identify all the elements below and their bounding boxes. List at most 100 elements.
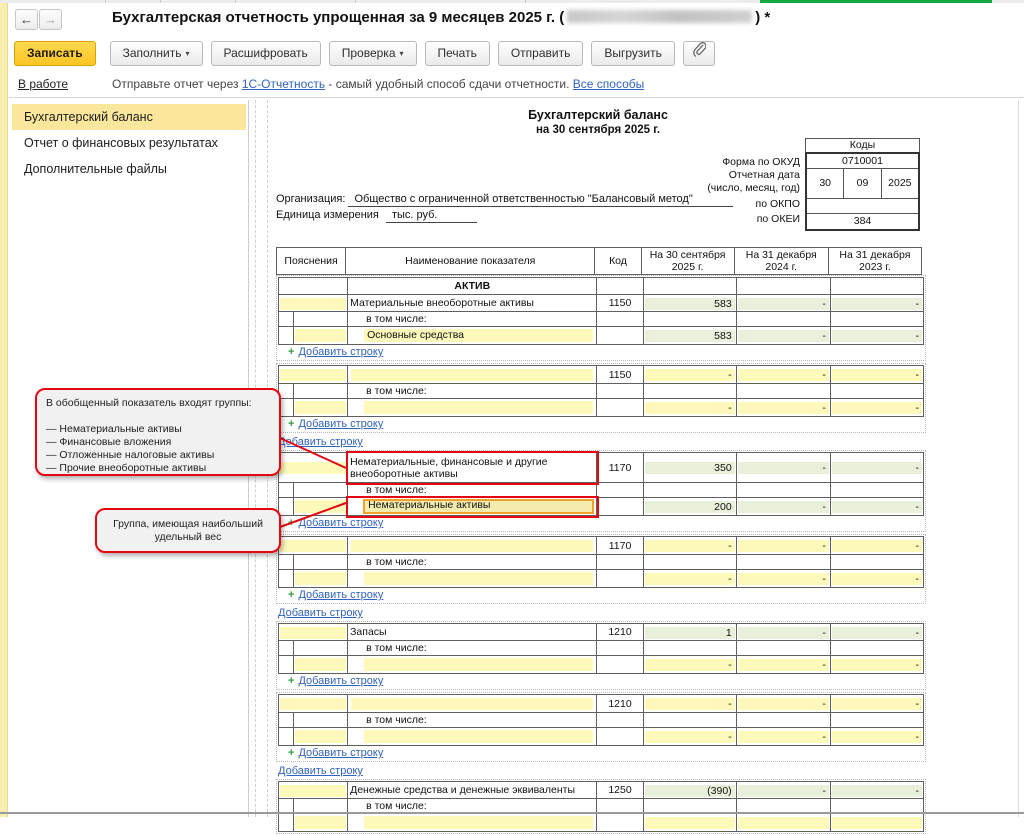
value-cell[interactable]: - [830, 624, 923, 641]
code-cell[interactable]: 1150 [597, 295, 643, 312]
attachments-button[interactable] [683, 41, 715, 66]
value-cell[interactable]: - [643, 656, 736, 674]
value-cell[interactable]: - [643, 399, 736, 417]
sub-indicator-name-cell[interactable]: Нематериальные активы [348, 498, 597, 516]
indicator-name-cell[interactable]: Денежные средства и денежные эквиваленты [348, 782, 597, 799]
value-cell[interactable]: - [736, 695, 830, 713]
value-cell[interactable]: - [736, 453, 830, 483]
code-cell[interactable] [597, 498, 643, 516]
value-cell[interactable]: - [830, 453, 923, 483]
value-cell[interactable]: - [830, 656, 923, 674]
sub-indicator-name-cell[interactable] [348, 570, 597, 588]
value-cell[interactable]: - [736, 498, 830, 516]
value-cell[interactable]: (390) [643, 782, 736, 799]
indicator-name-cell[interactable]: Запасы [348, 624, 597, 641]
code-cell[interactable]: 1150 [597, 366, 643, 384]
value-cell[interactable]: - [830, 570, 923, 588]
value-cell[interactable]: 1 [643, 624, 736, 641]
save-button[interactable]: Записать [14, 41, 96, 66]
unit-value[interactable]: тыс. руб. [386, 209, 478, 223]
explanation-cell[interactable] [279, 695, 348, 713]
value-cell[interactable]: - [830, 695, 923, 713]
value-cell[interactable]: - [643, 695, 736, 713]
value-cell[interactable]: - [736, 366, 830, 384]
forward-button[interactable]: → [39, 9, 62, 30]
explanation-cell[interactable] [279, 278, 348, 295]
back-button[interactable]: ← [15, 9, 38, 30]
value-cell[interactable]: 350 [643, 453, 736, 483]
value-cell[interactable]: - [830, 728, 923, 746]
okud-value-cell[interactable]: 0710001 [807, 154, 918, 169]
add-row-link[interactable]: Добавить строку [298, 747, 383, 759]
add-row-link[interactable]: Добавить строку [298, 517, 383, 529]
explanation-cell[interactable] [279, 814, 348, 832]
sidebar-item[interactable]: Отчет о финансовых результатах [12, 130, 246, 156]
value-cell[interactable]: - [736, 327, 830, 345]
sidebar-item[interactable]: Дополнительные файлы [12, 156, 246, 182]
code-cell[interactable] [597, 327, 643, 345]
value-cell[interactable]: - [643, 570, 736, 588]
code-cell[interactable] [597, 570, 643, 588]
code-cell[interactable]: 1210 [597, 624, 643, 641]
code-cell[interactable]: 1250 [597, 782, 643, 799]
indicator-name-cell[interactable] [348, 695, 597, 713]
value-cell[interactable]: - [643, 366, 736, 384]
code-cell[interactable] [597, 656, 643, 674]
indicator-name-cell[interactable]: Нематериальные, финансовые и другие внео… [348, 453, 597, 483]
explanation-cell[interactable] [279, 728, 348, 746]
okei-value-cell[interactable]: 384 [807, 214, 918, 229]
toolbar-button[interactable]: Расшифровать [211, 41, 321, 66]
indicator-name-cell[interactable] [348, 366, 597, 384]
date-year-cell[interactable]: 2025 [882, 169, 918, 198]
value-cell[interactable] [736, 814, 830, 832]
toolbar-button[interactable]: Проверка▾ [329, 41, 417, 66]
value-cell[interactable]: - [736, 295, 830, 312]
value-cell[interactable] [643, 814, 736, 832]
explanation-cell[interactable] [279, 624, 348, 641]
explanation-cell[interactable] [279, 498, 348, 516]
sub-indicator-name-cell[interactable] [348, 656, 597, 674]
date-month-cell[interactable]: 09 [844, 169, 881, 198]
value-cell[interactable]: - [830, 498, 923, 516]
toolbar-button[interactable]: Заполнить▾ [110, 41, 203, 66]
value-cell[interactable]: - [643, 537, 736, 555]
value-cell[interactable]: 583 [643, 327, 736, 345]
value-cell[interactable]: - [736, 656, 830, 674]
value-cell[interactable]: - [736, 570, 830, 588]
sidebar-item[interactable]: Бухгалтерский баланс [12, 104, 246, 130]
value-cell[interactable]: 200 [643, 498, 736, 516]
value-cell[interactable]: - [736, 624, 830, 641]
sub-indicator-name-cell[interactable] [348, 399, 597, 417]
organization-value[interactable]: Общество с ограниченной ответственностью… [348, 193, 732, 207]
1c-reporting-link[interactable]: 1С-Отчетность [242, 77, 325, 91]
explanation-cell[interactable] [279, 295, 348, 312]
add-row-link[interactable]: Добавить строку [298, 675, 383, 687]
explanation-cell[interactable] [279, 399, 348, 417]
toolbar-button[interactable]: Выгрузить [591, 41, 675, 66]
value-cell[interactable]: - [736, 728, 830, 746]
value-cell[interactable] [830, 814, 923, 832]
value-cell[interactable]: - [643, 728, 736, 746]
sub-indicator-name-cell[interactable] [348, 814, 597, 832]
add-row-link[interactable]: Добавить строку [298, 346, 383, 358]
code-cell[interactable]: 1170 [597, 453, 643, 483]
add-row-link[interactable]: Добавить строку [278, 607, 363, 619]
explanation-cell[interactable] [279, 782, 348, 799]
explanation-cell[interactable] [279, 570, 348, 588]
add-row-link[interactable]: Добавить строку [278, 436, 363, 448]
value-cell[interactable]: - [830, 366, 923, 384]
value-cell[interactable]: - [830, 399, 923, 417]
value-cell[interactable]: - [830, 537, 923, 555]
report-status-link[interactable]: В работе [18, 77, 68, 91]
code-cell[interactable] [597, 814, 643, 832]
code-cell[interactable] [597, 399, 643, 417]
explanation-cell[interactable] [279, 366, 348, 384]
indicator-name-cell[interactable]: Материальные внеоборотные активы [348, 295, 597, 312]
value-cell[interactable]: 583 [643, 295, 736, 312]
value-cell[interactable]: - [736, 399, 830, 417]
code-cell[interactable] [597, 728, 643, 746]
explanation-cell[interactable] [279, 453, 348, 483]
code-cell[interactable]: 1170 [597, 537, 643, 555]
add-row-link[interactable]: Добавить строку [298, 418, 383, 430]
sub-indicator-name-cell[interactable]: Основные средства [348, 327, 597, 345]
